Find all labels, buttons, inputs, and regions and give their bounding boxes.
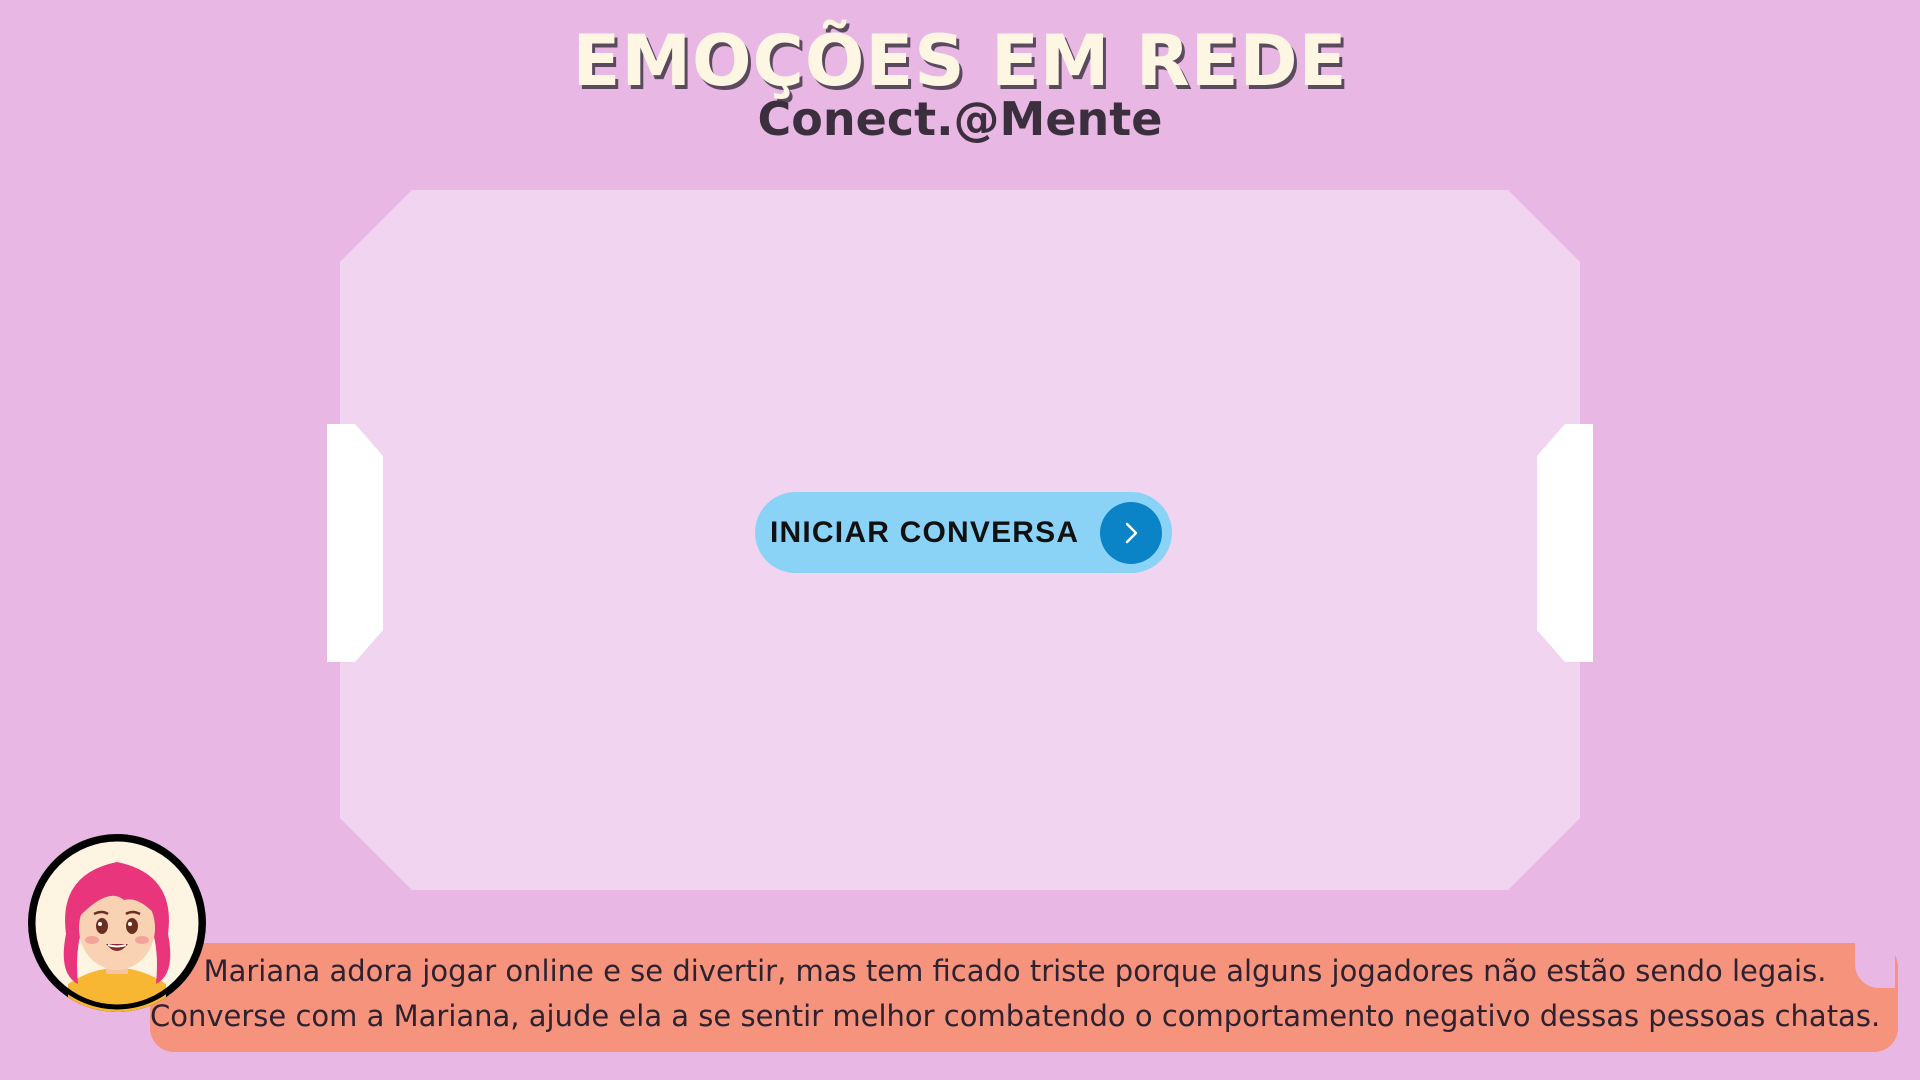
start-conversation-button[interactable]: INICIAR CONVERSA bbox=[755, 492, 1172, 573]
left-side-tab bbox=[327, 424, 383, 662]
game-title: EMOÇÕES EM REDE bbox=[572, 20, 1348, 102]
chevron-right-icon bbox=[1100, 502, 1162, 564]
mariana-avatar bbox=[28, 834, 206, 1012]
narration-line-2: Converse com a Mariana, ajude ela a se s… bbox=[150, 999, 1881, 1033]
narration-line-1: Mariana adora jogar online e se divertir… bbox=[203, 954, 1827, 988]
game-subtitle: Conect.@Mente bbox=[757, 92, 1163, 146]
start-conversation-label: INICIAR CONVERSA bbox=[770, 516, 1080, 549]
game-screen: EMOÇÕES EM REDE Conect.@Mente INICIAR CO… bbox=[0, 0, 1920, 1080]
right-side-tab bbox=[1537, 424, 1593, 662]
